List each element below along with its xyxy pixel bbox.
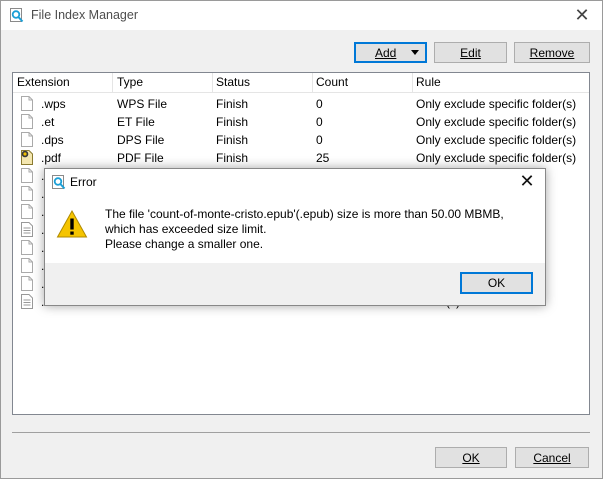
warning-icon — [56, 209, 88, 238]
remove-button[interactable]: Remove — [514, 42, 590, 63]
error-dialog-close-button[interactable]: ✕ — [517, 171, 537, 191]
cell-ext: .pdf — [41, 151, 62, 165]
error-message-line: The file 'count-of-monte-cristo.epub'(.e… — [105, 207, 504, 221]
error-message-line: which has exceeded size limit. — [105, 222, 267, 236]
close-button[interactable]: ✕ — [572, 5, 592, 25]
document-icon — [21, 186, 33, 201]
text-file-icon — [21, 294, 33, 309]
footer-divider — [12, 432, 590, 433]
edit-button[interactable]: Edit — [434, 42, 507, 63]
add-button[interactable]: Add — [354, 42, 427, 63]
ok-button-label: OK — [462, 450, 480, 465]
cell-ext: .dps — [41, 133, 64, 147]
list-item[interactable]: .pdf PDF File Finish 25 Only exclude specifi… — [13, 149, 589, 167]
remove-button-label: Remove — [529, 45, 575, 60]
cell-ext: .wps — [41, 97, 66, 111]
cell-count: 0 — [316, 97, 323, 111]
list-item[interactable]: .dps DPS File Finish 0 Only exclude specific… — [13, 131, 589, 149]
cell-count: 0 — [316, 115, 323, 129]
error-dialog-title-bar: Error ✕ — [45, 169, 545, 195]
column-header-extension[interactable]: Extension — [13, 75, 70, 91]
cell-rule: Only exclude specific folder(s) — [416, 151, 577, 165]
cancel-button-label: Cancel — [533, 450, 571, 465]
column-header-count[interactable]: Count — [312, 75, 348, 91]
add-button-label: Add — [375, 46, 397, 60]
cell-status: Finish — [216, 115, 249, 129]
cancel-button[interactable]: Cancel — [515, 447, 589, 468]
error-dialog-title: Error — [70, 175, 97, 189]
cell-type: PDF File — [117, 151, 164, 165]
edit-button-label: Edit — [460, 45, 481, 60]
error-message: The file 'count-of-monte-cristo.epub'(.e… — [105, 207, 504, 252]
ok-button[interactable]: OK — [435, 447, 507, 468]
column-header-status[interactable]: Status — [212, 75, 250, 91]
list-header: Extension Type Status Count Rule — [13, 73, 589, 93]
window-title: File Index Manager — [31, 8, 139, 22]
cell-count: 25 — [316, 151, 330, 165]
title-bar: File Index Manager ✕ — [1, 1, 602, 30]
search-icon — [52, 175, 66, 190]
cell-rule: Only exclude specific folder(s) — [416, 97, 577, 111]
column-header-type[interactable]: Type — [113, 75, 143, 91]
error-dialog-body: The file 'count-of-monte-cristo.epub'(.e… — [45, 195, 545, 263]
cell-rule: Only exclude specific folder(s) — [416, 115, 577, 129]
document-icon — [21, 168, 33, 183]
cell-type: DPS File — [117, 133, 165, 147]
error-dialog: Error ✕ The file 'count-of-monte-cristo.… — [44, 168, 546, 306]
error-message-line: Please change a smaller one. — [105, 237, 264, 251]
cell-status: Finish — [216, 97, 249, 111]
list-item[interactable]: .et ET File Finish 0 Only exclude specific f… — [13, 113, 589, 131]
cell-count: 0 — [316, 133, 323, 147]
cell-status: Finish — [216, 151, 249, 165]
error-dialog-ok-label: OK — [487, 276, 506, 290]
cell-type: WPS File — [117, 97, 168, 111]
document-icon — [21, 132, 33, 147]
error-dialog-ok-button[interactable]: OK — [460, 272, 533, 294]
text-file-icon — [21, 222, 33, 237]
cell-ext: .et — [41, 115, 55, 129]
document-icon — [21, 114, 33, 129]
list-item[interactable]: .wps WPS File Finish 0 Only exclude specific… — [13, 95, 589, 113]
search-icon — [10, 8, 24, 23]
document-icon — [21, 276, 33, 291]
document-icon — [21, 96, 33, 111]
document-icon — [21, 240, 33, 255]
cell-rule: Only exclude specific folder(s) — [416, 133, 577, 147]
chevron-down-icon — [411, 50, 419, 55]
column-header-rule[interactable]: Rule — [412, 75, 441, 91]
pdf-file-icon — [21, 150, 33, 165]
document-icon — [21, 258, 33, 273]
document-icon — [21, 204, 33, 219]
cell-type: ET File — [117, 115, 155, 129]
cell-status: Finish — [216, 133, 249, 147]
